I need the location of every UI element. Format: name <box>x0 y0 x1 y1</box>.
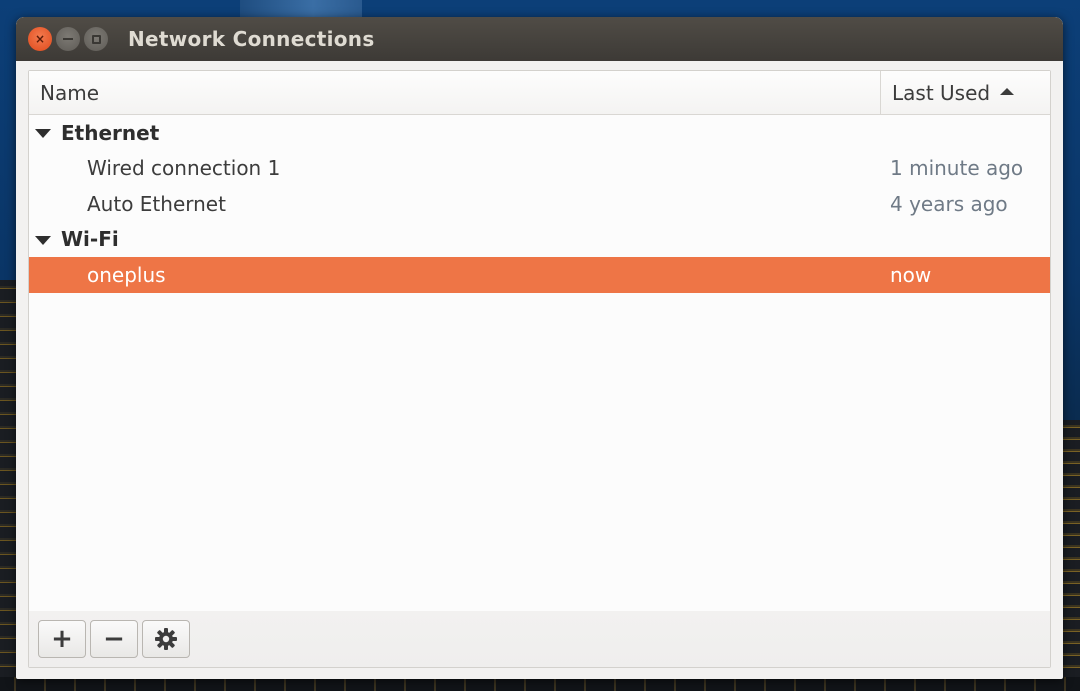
group-label: Wi-Fi <box>61 227 119 252</box>
connections-tree[interactable]: Name Last Used Ethernet Wired connection… <box>29 71 1050 612</box>
minus-icon: − <box>103 624 125 654</box>
desktop-wallpaper-bottom <box>0 677 1080 691</box>
maximize-icon <box>91 34 101 44</box>
column-header-row: Name Last Used <box>29 71 1050 115</box>
minimize-button[interactable] <box>56 27 80 51</box>
connection-name: Auto Ethernet <box>87 191 226 216</box>
expander-down-icon[interactable] <box>35 129 51 138</box>
bottom-toolbar: + − <box>29 611 1050 667</box>
desktop-wallpaper-right <box>1062 420 1080 691</box>
connection-row[interactable]: Auto Ethernet 4 years ago <box>29 186 1050 222</box>
column-header-last-used[interactable]: Last Used <box>881 71 1050 114</box>
close-icon: × <box>34 32 46 46</box>
connection-last-used: 4 years ago <box>890 191 1008 216</box>
window-title: Network Connections <box>128 27 375 51</box>
gear-icon <box>154 627 178 651</box>
desktop-wallpaper-building <box>240 0 362 18</box>
connection-name: oneplus <box>87 262 166 287</box>
network-connections-window: × Network Connections Name Last Used Eth… <box>16 17 1063 679</box>
connection-name: Wired connection 1 <box>87 156 281 181</box>
connection-last-used: now <box>890 262 932 287</box>
edit-connection-button[interactable] <box>142 620 190 658</box>
column-header-last-used-label: Last Used <box>892 80 991 105</box>
group-row-ethernet[interactable]: Ethernet <box>29 115 1050 151</box>
column-header-name[interactable]: Name <box>29 71 881 114</box>
group-label: Ethernet <box>61 120 160 145</box>
plus-icon: + <box>51 624 73 654</box>
sort-ascending-icon <box>1000 88 1015 95</box>
titlebar[interactable]: × Network Connections <box>16 17 1063 61</box>
expander-down-icon[interactable] <box>35 235 51 245</box>
connection-row-selected[interactable]: oneplus now <box>29 257 1050 293</box>
group-row-wifi[interactable]: Wi-Fi <box>29 222 1050 258</box>
remove-connection-button[interactable]: − <box>90 620 138 658</box>
add-connection-button[interactable]: + <box>38 620 86 658</box>
close-button[interactable]: × <box>28 27 52 51</box>
maximize-button[interactable] <box>84 27 108 51</box>
content-frame: Name Last Used Ethernet Wired connection… <box>28 70 1051 668</box>
minimize-icon <box>63 38 73 40</box>
connection-row[interactable]: Wired connection 1 1 minute ago <box>29 151 1050 187</box>
connection-last-used: 1 minute ago <box>890 156 1024 181</box>
column-header-name-label: Name <box>40 80 100 105</box>
